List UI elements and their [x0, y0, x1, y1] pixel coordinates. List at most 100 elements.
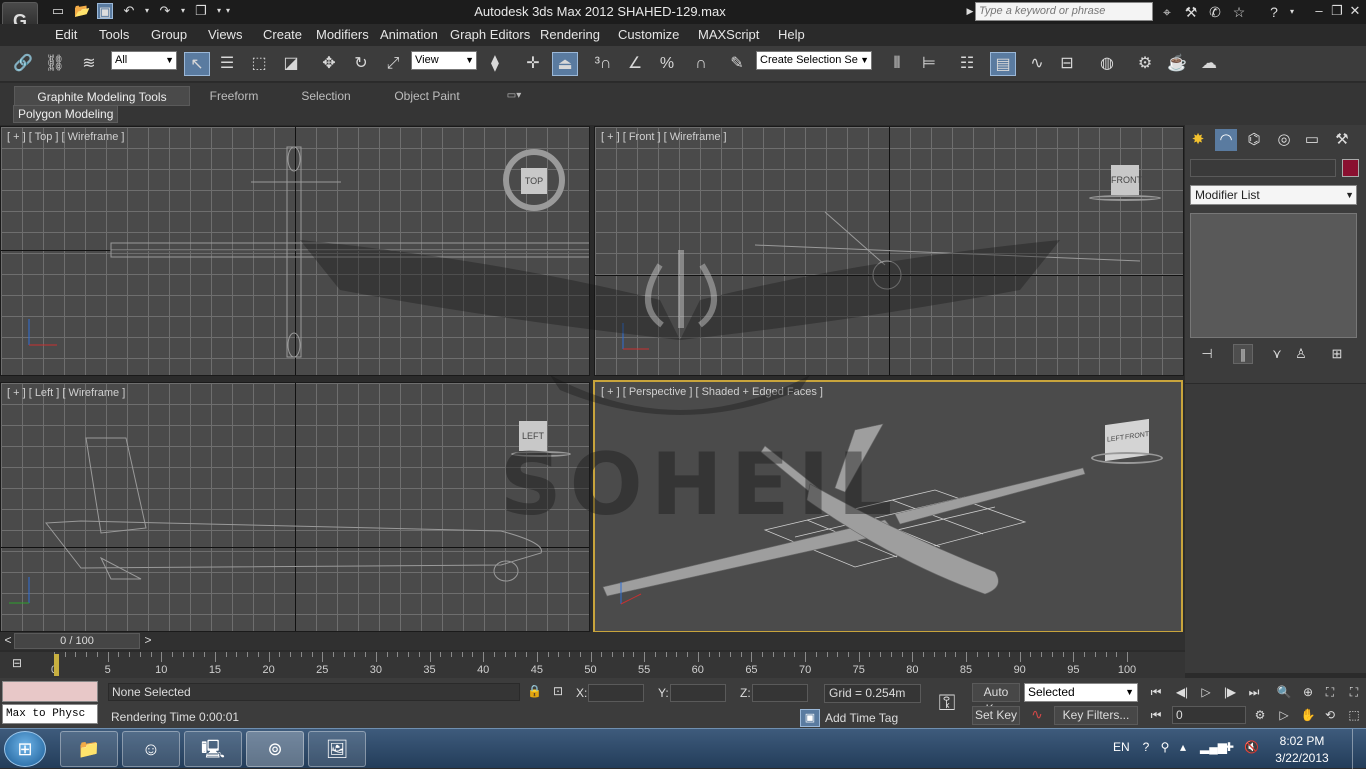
render-setup-icon[interactable]: ⚙ [1132, 52, 1158, 76]
computer-taskbar-icon[interactable]: 🖳 [184, 731, 242, 767]
configure-modifier-sets-icon[interactable]: ⊞ [1327, 344, 1347, 364]
view-cube[interactable]: LEFT FRONT [1091, 418, 1165, 470]
menu-create[interactable]: Create [263, 27, 302, 42]
menu-group[interactable]: Group [151, 27, 187, 42]
selection-filter-dropdown[interactable]: All ▼ [111, 51, 177, 70]
zoom-extents-all-icon[interactable]: ⛶ [1344, 682, 1364, 702]
go-to-start-icon[interactable]: ⏮ [1146, 682, 1166, 702]
tab-graphite-modeling-tools[interactable]: Graphite Modeling Tools [14, 86, 190, 106]
create-tab-icon[interactable]: ✸ [1187, 129, 1209, 151]
search-input[interactable]: Type a keyword or phrase [975, 2, 1153, 21]
zoom-icon[interactable]: 🔍 [1274, 682, 1294, 702]
maxscript-listener-input[interactable]: Max to Physc [2, 704, 98, 724]
pan-view-icon[interactable]: ✋ [1298, 705, 1318, 725]
y-coordinate-field[interactable] [670, 684, 726, 702]
select-and-scale-icon[interactable]: ⤢ [380, 52, 406, 76]
restore-button[interactable]: ❐ [1329, 3, 1345, 19]
auto-key-button[interactable]: Auto Key [972, 683, 1020, 716]
show-hidden-icons-icon[interactable]: ▴ [1176, 739, 1190, 755]
3dsmax-taskbar-icon[interactable]: ⊚ [246, 731, 304, 767]
open-file-icon[interactable]: 📂 [74, 3, 90, 19]
add-time-tag-button[interactable]: Add Time Tag [825, 711, 898, 725]
view-cube-face[interactable]: TOP [521, 168, 547, 194]
close-button[interactable]: ✕ [1347, 3, 1363, 19]
next-frame-icon[interactable]: |▶ [1220, 682, 1240, 702]
mini-curve-editor-icon[interactable]: ⊟ [12, 656, 30, 672]
subscription-icon[interactable]: ⚒ [1182, 3, 1200, 21]
tab-freeform[interactable]: Freeform [196, 86, 272, 106]
select-and-rotate-icon[interactable]: ↻ [348, 52, 374, 76]
utilities-tab-icon[interactable]: ⚒ [1331, 129, 1353, 151]
menu-customize[interactable]: Customize [618, 27, 679, 42]
time-slider-prev-button[interactable]: < [2, 633, 14, 649]
start-button[interactable]: ⊞ [4, 731, 46, 767]
maximize-viewport-icon[interactable]: ⬚ [1344, 705, 1364, 725]
selection-lock-icon[interactable]: 🔒 [527, 684, 542, 700]
binoculars-icon[interactable]: ⌖ [1158, 3, 1176, 21]
make-unique-icon[interactable]: ⋎ [1267, 344, 1287, 364]
key-mode-curve-icon[interactable]: ∿ [1026, 706, 1048, 724]
polygon-modeling-button[interactable]: Polygon Modeling [13, 105, 119, 123]
redo-dropdown-icon[interactable]: ▾ [175, 3, 191, 19]
menu-tools[interactable]: Tools [99, 27, 129, 42]
help-dropdown-icon[interactable]: ▾ [1283, 3, 1301, 21]
mirror-icon[interactable]: ⫴ [884, 52, 910, 76]
track-bar[interactable]: ⊟ 05101520253035404550556065707580859095… [0, 652, 1185, 678]
menu-graph-editors[interactable]: Graph Editors [450, 27, 530, 42]
unlink-icon[interactable]: ⛓ [42, 52, 68, 76]
x-coordinate-field[interactable] [588, 684, 644, 702]
view-cube-compass-ring[interactable] [1091, 452, 1163, 464]
help-icon[interactable]: ? [1265, 3, 1283, 21]
modify-tab-icon[interactable]: ◠ [1215, 129, 1237, 151]
yahoo-messenger-taskbar-icon[interactable]: ☺ [122, 731, 180, 767]
hierarchy-tab-icon[interactable]: ⌬ [1243, 129, 1265, 151]
menu-help[interactable]: Help [778, 27, 805, 42]
view-cube-compass-ring[interactable] [1089, 195, 1161, 201]
select-and-move-icon[interactable]: ✥ [316, 52, 342, 76]
rectangular-selection-icon[interactable]: ⬚ [246, 52, 272, 76]
pivot-center-icon[interactable]: ⧫ [482, 52, 508, 76]
time-configuration-icon[interactable]: ⚙ [1250, 705, 1270, 725]
object-name-field[interactable] [1190, 159, 1336, 177]
menu-modifiers[interactable]: Modifiers [316, 27, 369, 42]
align-icon[interactable]: ⊨ [916, 52, 942, 76]
set-keys-key-icon[interactable]: ⚿ [930, 688, 964, 718]
bind-space-warp-icon[interactable]: ≋ [76, 52, 102, 76]
undo-icon[interactable]: ↶ [121, 3, 137, 19]
keyboard-shortcut-override-icon[interactable]: ⏏ [552, 52, 578, 76]
graphite-toggle-icon[interactable]: ▤ [990, 52, 1016, 76]
zoom-all-icon[interactable]: ⊕ [1298, 682, 1318, 702]
rendered-frame-window-icon[interactable]: ☕ [1164, 52, 1190, 76]
tab-object-paint[interactable]: Object Paint [384, 86, 470, 106]
time-slider-next-button[interactable]: > [142, 633, 154, 649]
key-mode-toggle-icon[interactable]: ⏮ [1146, 705, 1166, 725]
select-and-link-icon[interactable]: 🔗 [10, 52, 36, 76]
project-folder-icon[interactable]: ❐ [193, 3, 209, 19]
communication-icon[interactable]: ✆ [1206, 3, 1224, 21]
percent-snap-icon[interactable]: % [654, 52, 680, 76]
modifier-list-dropdown[interactable]: Modifier List ▼ [1190, 185, 1357, 205]
named-selection-dropdown[interactable]: Create Selection Se ▼ [756, 51, 872, 70]
current-time-marker[interactable] [54, 654, 59, 676]
motion-tab-icon[interactable]: ◎ [1273, 129, 1295, 151]
tray-pin-icon[interactable]: ⚲ [1158, 739, 1172, 755]
object-color-swatch[interactable] [1342, 159, 1359, 177]
view-cube-face[interactable]: FRONT [1111, 165, 1142, 195]
show-desktop-button[interactable] [1352, 729, 1366, 769]
window-crossing-icon[interactable]: ◪ [278, 52, 304, 76]
clock-time[interactable]: 8:02 PM [1272, 734, 1332, 748]
track-ruler[interactable]: 0510152025303540455055606570758085909510… [51, 652, 1136, 678]
spinner-snap-icon[interactable]: ∩ [688, 52, 714, 76]
time-slider-thumb[interactable]: 0 / 100 [14, 633, 140, 649]
display-tab-icon[interactable]: ▭ [1301, 129, 1323, 151]
curve-editor-icon[interactable]: ∿ [1024, 52, 1050, 76]
minimize-button[interactable]: – [1311, 3, 1327, 19]
current-frame-field[interactable]: 0 [1172, 706, 1246, 724]
view-cube[interactable]: TOP [503, 149, 565, 211]
remove-modifier-icon[interactable]: ♙ [1291, 344, 1311, 364]
explorer-taskbar-icon[interactable]: 📁 [60, 731, 118, 767]
clock-date[interactable]: 3/22/2013 [1272, 751, 1332, 765]
render-production-icon[interactable]: ☁ [1196, 52, 1222, 76]
language-indicator[interactable]: EN [1113, 740, 1130, 754]
undo-dropdown-icon[interactable]: ▾ [139, 3, 155, 19]
